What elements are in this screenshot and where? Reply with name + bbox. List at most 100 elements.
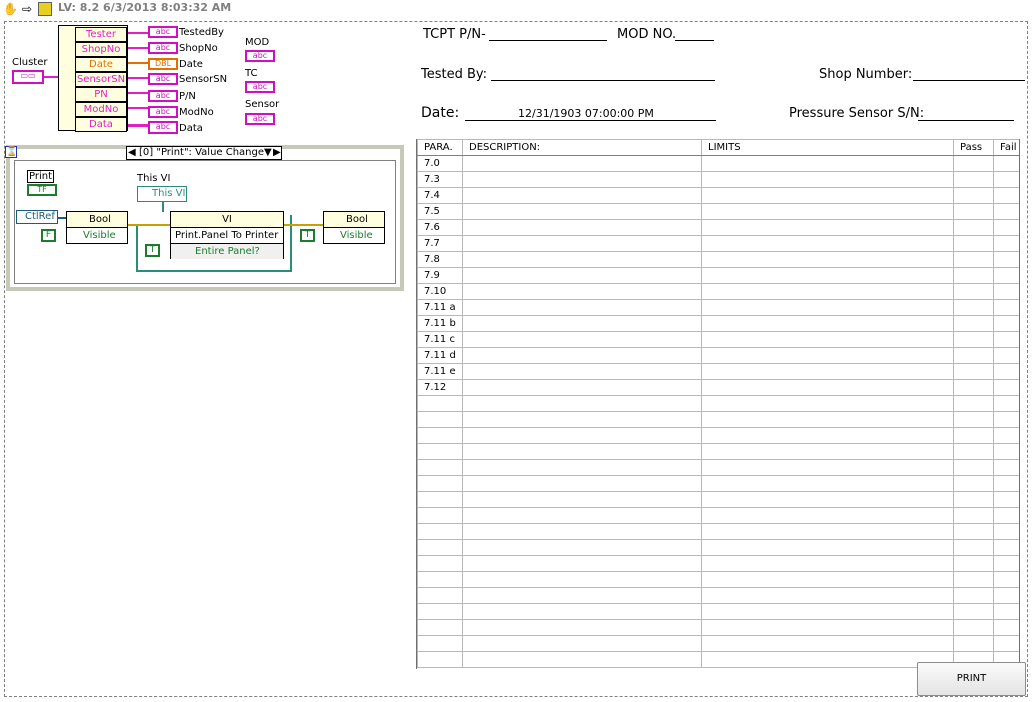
table-cell[interactable] <box>953 459 994 476</box>
table-cell[interactable] <box>993 539 1019 556</box>
table-cell[interactable]: 7.11 e <box>417 363 463 380</box>
property-node-visible-2[interactable]: Bool Visible <box>323 211 385 244</box>
table-cell[interactable] <box>701 587 954 604</box>
table-row[interactable]: 7.0 <box>417 155 1019 172</box>
true-constant[interactable]: T <box>300 229 315 242</box>
table-cell[interactable] <box>953 523 994 540</box>
table-row[interactable]: 7.8 <box>417 251 1019 268</box>
event-case-selector[interactable]: ◀ [0] "Print": Value Change ▼ ▶ <box>126 146 282 160</box>
table-cell[interactable] <box>462 555 702 572</box>
table-cell[interactable] <box>417 635 463 652</box>
table-cell[interactable] <box>993 155 1019 172</box>
table-cell[interactable] <box>417 507 463 524</box>
table-cell[interactable] <box>993 171 1019 188</box>
table-cell[interactable] <box>993 523 1019 540</box>
sensor-terminal[interactable]: abc <box>245 113 275 125</box>
table-cell[interactable] <box>417 459 463 476</box>
table-cell[interactable] <box>953 555 994 572</box>
table-cell[interactable]: 7.11 c <box>417 331 463 348</box>
tcpt-pn-field[interactable] <box>489 40 607 41</box>
table-cell[interactable] <box>701 523 954 540</box>
table-cell[interactable] <box>953 619 994 636</box>
table-cell[interactable] <box>462 491 702 508</box>
table-cell[interactable] <box>953 571 994 588</box>
table-cell[interactable] <box>993 283 1019 300</box>
table-cell[interactable] <box>953 171 994 188</box>
print-button[interactable]: PRINT <box>917 662 1026 696</box>
table-cell[interactable] <box>993 219 1019 236</box>
operate-hand-icon[interactable]: ✋ <box>3 2 18 16</box>
indicator-terminal[interactable]: abc <box>148 42 178 54</box>
table-cell[interactable] <box>993 203 1019 220</box>
table-cell[interactable] <box>953 539 994 556</box>
table-cell[interactable] <box>993 395 1019 412</box>
table-cell[interactable] <box>953 363 994 380</box>
table-cell[interactable] <box>701 235 954 252</box>
ctlref-terminal[interactable]: CtlRef <box>16 210 58 224</box>
table-cell[interactable] <box>701 251 954 268</box>
table-cell[interactable] <box>462 219 702 236</box>
table-row[interactable]: 7.6 <box>417 219 1019 236</box>
table-cell[interactable] <box>993 475 1019 492</box>
table-cell[interactable] <box>462 507 702 524</box>
table-cell[interactable] <box>417 395 463 412</box>
table-cell[interactable] <box>993 571 1019 588</box>
table-cell[interactable] <box>701 315 954 332</box>
table-cell[interactable] <box>701 651 954 668</box>
mod-terminal[interactable]: abc <box>245 50 275 62</box>
table-cell[interactable] <box>701 379 954 396</box>
table-cell[interactable] <box>993 363 1019 380</box>
table-row[interactable] <box>417 619 1019 636</box>
table-cell[interactable] <box>953 475 994 492</box>
table-row[interactable] <box>417 475 1019 492</box>
table-cell[interactable] <box>993 635 1019 652</box>
table-cell[interactable] <box>701 475 954 492</box>
table-cell[interactable] <box>462 331 702 348</box>
table-row[interactable] <box>417 555 1019 572</box>
table-cell[interactable] <box>462 443 702 460</box>
table-row[interactable] <box>417 635 1019 652</box>
table-cell[interactable] <box>953 219 994 236</box>
table-cell[interactable] <box>462 203 702 220</box>
print-terminal[interactable]: TF <box>27 184 57 196</box>
indicator-terminal[interactable]: abc <box>148 121 178 134</box>
table-cell[interactable] <box>953 331 994 348</box>
table-cell[interactable] <box>462 539 702 556</box>
true-constant[interactable]: T <box>145 244 160 257</box>
pressure-sensor-field[interactable] <box>918 120 1014 121</box>
table-cell[interactable] <box>953 235 994 252</box>
table-cell[interactable] <box>701 299 954 316</box>
table-cell[interactable] <box>993 507 1019 524</box>
table-row[interactable]: 7.5 <box>417 203 1019 220</box>
table-cell[interactable] <box>462 315 702 332</box>
table-cell[interactable]: 7.0 <box>417 155 463 172</box>
table-cell[interactable] <box>701 267 954 284</box>
table-cell[interactable] <box>993 315 1019 332</box>
table-cell[interactable] <box>953 395 994 412</box>
table-cell[interactable]: 7.5 <box>417 203 463 220</box>
table-cell[interactable] <box>417 651 463 668</box>
forward-arrow-icon[interactable]: ⇨ <box>20 2 34 16</box>
table-cell[interactable] <box>993 443 1019 460</box>
unbundle-by-name-node[interactable]: Tester ShopNo Date SensorSN PN ModNo Dat… <box>58 25 128 132</box>
table-cell[interactable] <box>462 651 702 668</box>
table-cell[interactable] <box>701 635 954 652</box>
table-cell[interactable] <box>462 171 702 188</box>
table-cell[interactable] <box>953 347 994 364</box>
table-row[interactable] <box>417 523 1019 540</box>
table-cell[interactable]: 7.11 b <box>417 315 463 332</box>
table-cell[interactable] <box>417 539 463 556</box>
table-cell[interactable] <box>462 347 702 364</box>
table-cell[interactable] <box>701 363 954 380</box>
table-cell[interactable] <box>953 603 994 620</box>
table-cell[interactable] <box>701 219 954 236</box>
table-cell[interactable] <box>462 299 702 316</box>
table-cell[interactable] <box>701 203 954 220</box>
table-cell[interactable] <box>462 363 702 380</box>
date-field[interactable] <box>465 120 716 121</box>
table-cell[interactable] <box>953 187 994 204</box>
table-row[interactable] <box>417 603 1019 620</box>
decrement-arrow-icon[interactable]: ◀ <box>128 147 136 159</box>
table-cell[interactable] <box>701 443 954 460</box>
table-row[interactable]: 7.4 <box>417 187 1019 204</box>
